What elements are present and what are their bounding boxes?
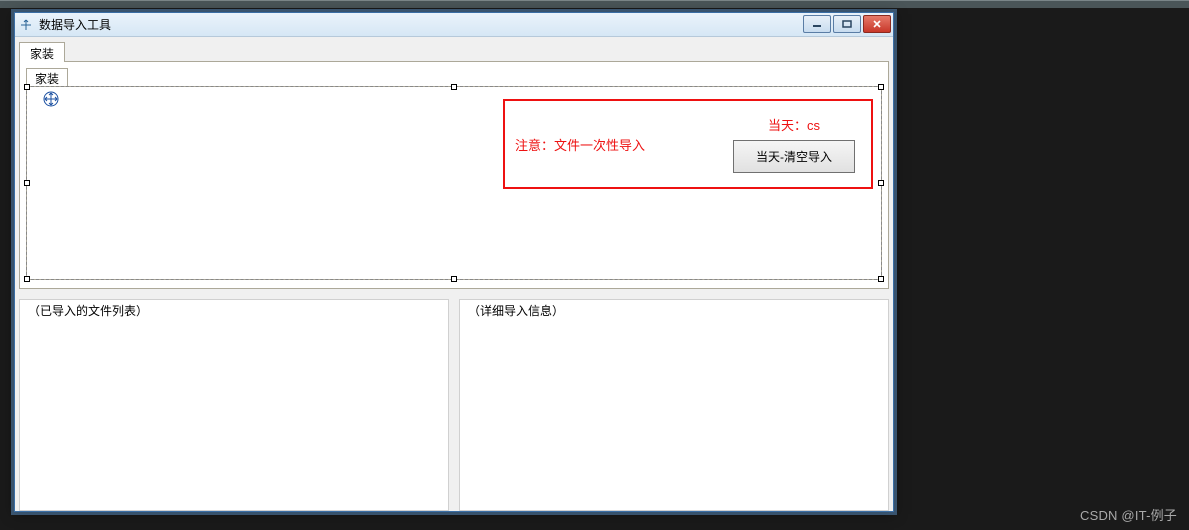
inner-tab-jiazhuang[interactable]: 家装	[26, 68, 68, 86]
clear-import-button[interactable]: 当天-清空导入	[733, 140, 855, 173]
tab-jiazhuang[interactable]: 家装	[19, 42, 65, 62]
minimize-button[interactable]	[803, 15, 831, 33]
detail-info-group: （详细导入信息）	[459, 299, 889, 511]
imported-files-legend: （已导入的文件列表）	[26, 302, 150, 319]
warning-note: 注意：文件一次性导入	[515, 135, 645, 154]
resize-handle-sw[interactable]	[24, 276, 30, 282]
imported-files-group: （已导入的文件列表）	[19, 299, 449, 511]
resize-handle-s[interactable]	[451, 276, 457, 282]
resize-handle-ne[interactable]	[878, 84, 884, 90]
titlebar[interactable]: 数据导入工具	[15, 13, 893, 37]
resize-handle-w[interactable]	[24, 180, 30, 186]
outer-tab-header: 家装	[19, 41, 889, 61]
close-button[interactable]	[863, 15, 891, 33]
viewport-top-bar	[0, 0, 1189, 8]
maximize-button[interactable]	[833, 15, 861, 33]
resize-handle-se[interactable]	[878, 276, 884, 282]
move-icon[interactable]	[43, 91, 59, 107]
client-area: 家装 家装	[15, 37, 893, 511]
detail-info-legend: （详细导入信息）	[466, 302, 566, 319]
resize-handle-nw[interactable]	[24, 84, 30, 90]
app-window: 数据导入工具 家装 家装	[14, 12, 894, 512]
resize-handle-e[interactable]	[878, 180, 884, 186]
watermark: CSDN @IT-例子	[1080, 505, 1177, 524]
resize-handle-n[interactable]	[451, 84, 457, 90]
inner-tab-page[interactable]: 注意：文件一次性导入 当天：cs 当天-清空导入	[26, 86, 882, 280]
warning-right-column: 当天：cs 当天-清空导入	[733, 115, 855, 173]
app-icon	[19, 18, 33, 32]
day-label: 当天：cs	[768, 115, 820, 134]
outer-tab-page: 家装 注意：文件一次性导入	[19, 61, 889, 289]
lower-row: （已导入的文件列表） （详细导入信息）	[19, 299, 889, 511]
warning-panel: 注意：文件一次性导入 当天：cs 当天-清空导入	[503, 99, 873, 189]
window-controls	[803, 15, 891, 33]
window-title: 数据导入工具	[39, 16, 111, 33]
